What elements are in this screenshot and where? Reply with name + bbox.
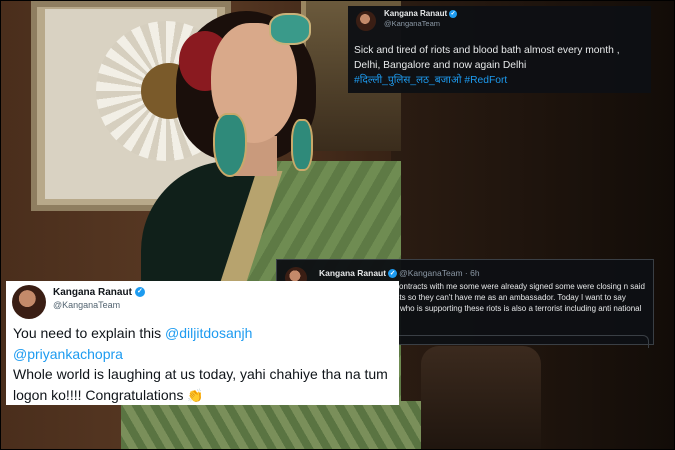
tweet-text-intro: You need to explain this [13,325,162,341]
head-jewel [269,13,311,45]
author-name-row[interactable]: Kangana Ranaut ✓ [53,287,145,298]
author-name[interactable]: Kangana Ranaut [53,287,132,298]
mention-link[interactable]: @diljitdosanjh [165,325,252,341]
author-handle[interactable]: @KanganaTeam [53,300,120,310]
tweet-text-main: Sick and tired of riots and blood bath a… [354,45,620,71]
tweet-card-top[interactable]: Kangana Ranaut ✓ @KanganaTeam Sick and ti… [348,6,651,93]
clapping-hands-icon: 👏 [187,387,204,403]
author-name-row[interactable]: Kangana Ranaut ✓ [384,9,458,18]
author-handle[interactable]: @KanganaTeam [384,19,440,28]
chair [421,346,541,449]
author-handle[interactable]: @KanganaTeam [399,268,462,278]
author-name[interactable]: Kangana Ranaut [319,268,386,278]
tweet-card-bottom[interactable]: Kangana Ranaut ✓ @KanganaTeam You need to… [6,281,399,405]
earring-right [291,119,313,171]
saree-lower [121,401,421,449]
verified-badge-icon: ✓ [449,9,458,18]
tweet-time[interactable]: · 6h [465,268,480,278]
avatar[interactable] [12,285,46,319]
verified-badge-icon: ✓ [388,269,398,279]
verified-badge-icon: ✓ [134,287,145,298]
tweet-header: Kangana Ranaut ✓ @KanganaTeam · 6h [319,268,480,279]
hashtag-link[interactable]: #RedFort [464,75,507,86]
tweet-text: You need to explain this @diljitdosanjh … [13,323,396,406]
author-name[interactable]: Kangana Ranaut [384,9,447,18]
avatar[interactable] [356,11,376,31]
mention-link[interactable]: @priyankachopra [13,346,123,362]
image-canvas: Kangana Ranaut ✓ @KanganaTeam Sick and ti… [0,0,675,450]
tweet-text: Sick and tired of riots and blood bath a… [354,43,648,88]
hashtag-link[interactable]: #दिल्ली_पुलिस_लठ_बजाओ [354,75,461,86]
earring-left [213,113,247,177]
